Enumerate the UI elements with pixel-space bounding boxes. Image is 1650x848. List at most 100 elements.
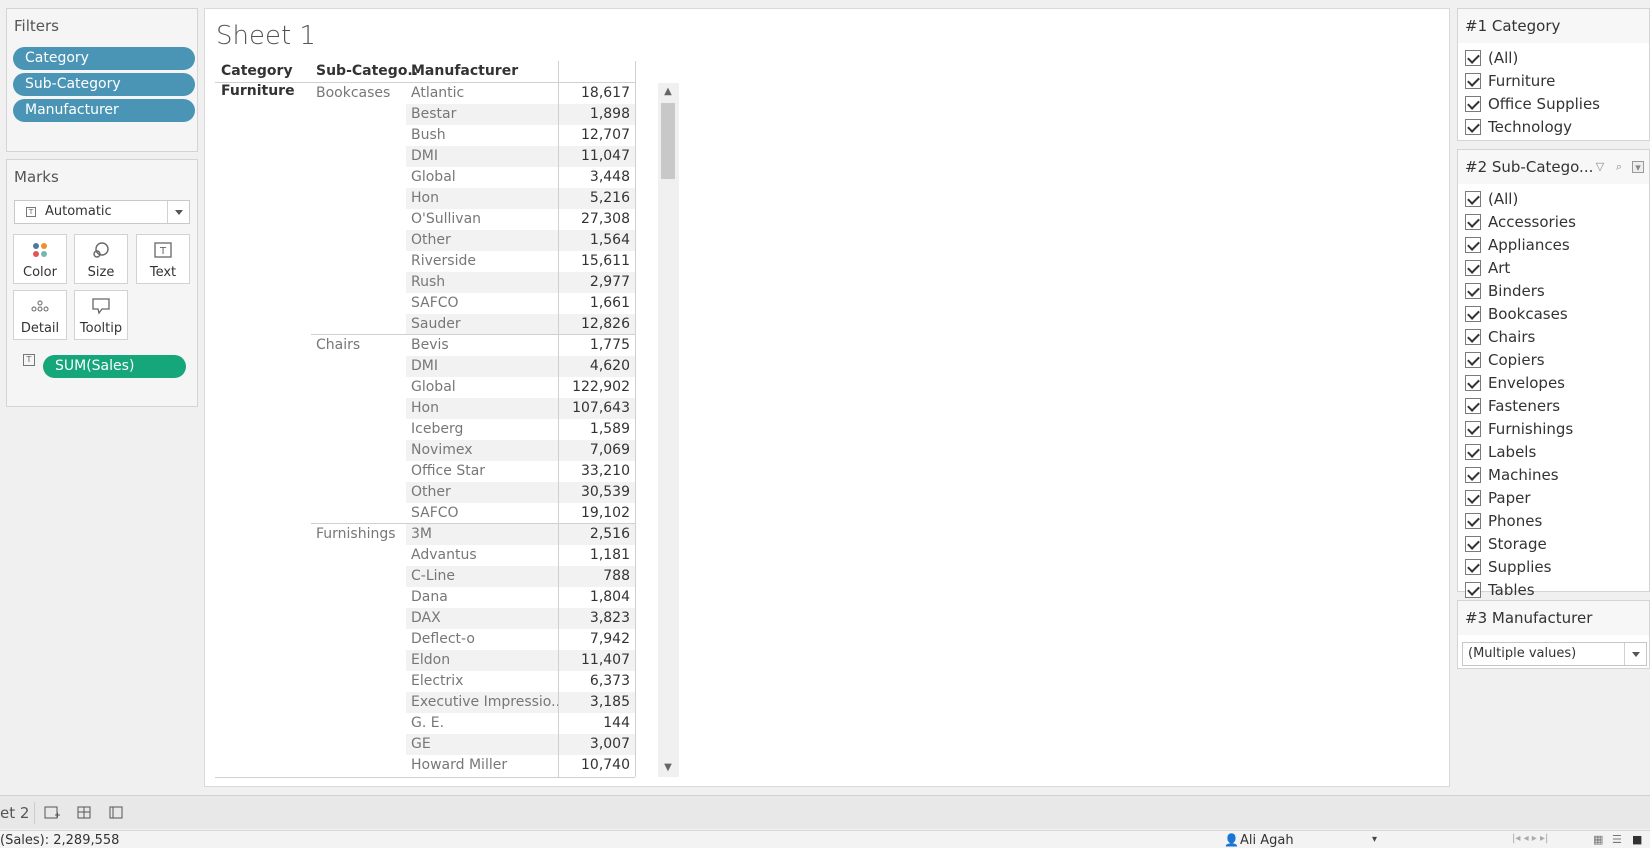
checkbox-checked-icon[interactable] xyxy=(1465,559,1481,575)
checkbox-checked-icon[interactable] xyxy=(1465,398,1481,414)
checkbox-checked-icon[interactable] xyxy=(1465,260,1481,276)
checkbox-checked-icon[interactable] xyxy=(1465,283,1481,299)
sales-value-cell: 5,216 xyxy=(559,188,635,209)
table-row[interactable]: 3M 2,516 xyxy=(205,524,657,545)
column-header-manufacturer[interactable]: Manufacturer xyxy=(411,63,518,79)
menu-chevron-icon[interactable]: ▾ xyxy=(1632,161,1644,174)
checkbox-checked-icon[interactable] xyxy=(1465,513,1481,529)
chevron-down-icon[interactable] xyxy=(167,201,189,223)
manufacturer-cell: SAFCO xyxy=(411,505,459,521)
table-row[interactable]: Global 3,448 xyxy=(205,167,657,188)
table-row[interactable]: Bevis 1,775 xyxy=(205,335,657,356)
table-row[interactable]: Advantus 1,181 xyxy=(205,545,657,566)
manufacturer-select[interactable]: (Multiple values) xyxy=(1462,642,1647,666)
table-row[interactable]: Bush 12,707 xyxy=(205,125,657,146)
table-row[interactable]: Electrix 6,373 xyxy=(205,671,657,692)
table-row[interactable]: SAFCO 19,102 xyxy=(205,503,657,524)
table-row[interactable]: GE 3,007 xyxy=(205,734,657,755)
checkbox-checked-icon[interactable] xyxy=(1465,375,1481,391)
table-row[interactable]: Global 122,902 xyxy=(205,377,657,398)
table-row[interactable]: DAX 3,823 xyxy=(205,608,657,629)
table-row[interactable]: DMI 11,047 xyxy=(205,146,657,167)
table-row[interactable]: C-Line 788 xyxy=(205,566,657,587)
new-worksheet-icon[interactable] xyxy=(44,805,60,821)
checkbox-checked-icon[interactable] xyxy=(1465,421,1481,437)
table-row[interactable]: Novimex 7,069 xyxy=(205,440,657,461)
vertical-scrollbar[interactable]: ▲ ▼ xyxy=(658,83,679,777)
manufacturer-cell: Bestar xyxy=(406,104,558,125)
chevron-down-icon[interactable] xyxy=(1624,643,1646,665)
column-header-category[interactable]: Category xyxy=(221,63,293,79)
checkbox-checked-icon[interactable] xyxy=(1465,73,1481,89)
view-list-icon[interactable]: ☰ xyxy=(1612,833,1622,846)
search-icon[interactable]: ⌕ xyxy=(1613,161,1625,173)
table-row[interactable]: Sauder 12,826 xyxy=(205,314,657,335)
sheet-tab[interactable]: et 2 xyxy=(0,796,32,830)
table-row[interactable]: Deflect-o 7,942 xyxy=(205,629,657,650)
filter-pill-manufacturer[interactable]: Manufacturer xyxy=(13,99,195,122)
sales-value-cell: 788 xyxy=(559,566,635,587)
filter-option-label: Copiers xyxy=(1488,351,1545,369)
tooltip-button[interactable]: Tooltip xyxy=(74,290,128,340)
sales-value-cell: 10,740 xyxy=(581,757,630,773)
table-row[interactable]: Rush 2,977 xyxy=(205,272,657,293)
table-row[interactable]: Hon 107,643 xyxy=(205,398,657,419)
table-row[interactable]: Office Star 33,210 xyxy=(205,461,657,482)
table-row[interactable]: G. E. 144 xyxy=(205,713,657,734)
manufacturer-cell: O'Sullivan xyxy=(411,211,482,227)
filter-pill-category[interactable]: Category xyxy=(13,47,195,70)
filter-option-label: Paper xyxy=(1488,489,1531,507)
text-button[interactable]: T Text xyxy=(136,234,190,284)
checkbox-checked-icon[interactable] xyxy=(1465,490,1481,506)
table-row[interactable]: Eldon 11,407 xyxy=(205,650,657,671)
manufacturer-cell: Iceberg xyxy=(411,421,464,437)
new-story-icon[interactable] xyxy=(109,805,125,821)
table-row[interactable]: Howard Miller 10,740 xyxy=(205,755,657,776)
checkbox-checked-icon[interactable] xyxy=(1465,467,1481,483)
table-row[interactable]: Iceberg 1,589 xyxy=(205,419,657,440)
table-row[interactable]: Riverside 15,611 xyxy=(205,251,657,272)
table-row[interactable]: Other 1,564 xyxy=(205,230,657,251)
navigation-arrows-icon[interactable]: |◂ ◂ ▸ ▸| xyxy=(1512,833,1548,844)
checkbox-checked-icon[interactable] xyxy=(1465,96,1481,112)
filter-pill-sub-category[interactable]: Sub-Category xyxy=(13,73,195,96)
checkbox-checked-icon[interactable] xyxy=(1465,582,1481,598)
chevron-down-icon[interactable]: ▾ xyxy=(1372,834,1377,845)
table-row[interactable]: Executive Impressio.. 3,185 xyxy=(205,692,657,713)
manufacturer-cell: Novimex xyxy=(406,440,558,461)
table-row[interactable]: Atlantic 18,617 xyxy=(205,83,657,104)
detail-button[interactable]: Detail xyxy=(13,290,67,340)
table-row[interactable]: Bestar 1,898 xyxy=(205,104,657,125)
table-row[interactable]: Hon 5,216 xyxy=(205,188,657,209)
measure-pill-sum-sales[interactable]: SUM(Sales) xyxy=(43,355,186,378)
checkbox-checked-icon[interactable] xyxy=(1465,444,1481,460)
table-row[interactable]: O'Sullivan 27,308 xyxy=(205,209,657,230)
checkbox-checked-icon[interactable] xyxy=(1465,536,1481,552)
new-dashboard-icon[interactable] xyxy=(77,805,93,821)
table-row[interactable]: Dana 1,804 xyxy=(205,587,657,608)
color-button[interactable]: Color xyxy=(13,234,67,284)
checkbox-checked-icon[interactable] xyxy=(1465,237,1481,253)
scrollbar-thumb[interactable] xyxy=(661,103,675,179)
table-row[interactable]: DMI 4,620 xyxy=(205,356,657,377)
size-button[interactable]: Size xyxy=(74,234,128,284)
checkbox-checked-icon[interactable] xyxy=(1465,214,1481,230)
mark-type-dropdown[interactable]: T Automatic xyxy=(14,200,190,224)
checkbox-checked-icon[interactable] xyxy=(1465,50,1481,66)
checkbox-checked-icon[interactable] xyxy=(1465,191,1481,207)
table-row[interactable]: Other 30,539 xyxy=(205,482,657,503)
sales-value-cell: 33,210 xyxy=(581,463,630,479)
filter-option-label: Chairs xyxy=(1488,328,1536,346)
user-name[interactable]: Ali Agah xyxy=(1240,833,1294,848)
checkbox-checked-icon[interactable] xyxy=(1465,119,1481,135)
checkbox-checked-icon[interactable] xyxy=(1465,352,1481,368)
scroll-up-icon[interactable]: ▲ xyxy=(663,87,673,97)
checkbox-checked-icon[interactable] xyxy=(1465,329,1481,345)
column-header-subcategory[interactable]: Sub-Catego.. xyxy=(316,63,418,79)
funnel-icon[interactable]: ▽ xyxy=(1594,161,1606,173)
view-grid-icon[interactable]: ▦ xyxy=(1593,833,1603,846)
table-row[interactable]: SAFCO 1,661 xyxy=(205,293,657,314)
checkbox-checked-icon[interactable] xyxy=(1465,306,1481,322)
view-tiles-icon[interactable]: ■ xyxy=(1632,833,1642,846)
scroll-down-icon[interactable]: ▼ xyxy=(663,763,673,773)
